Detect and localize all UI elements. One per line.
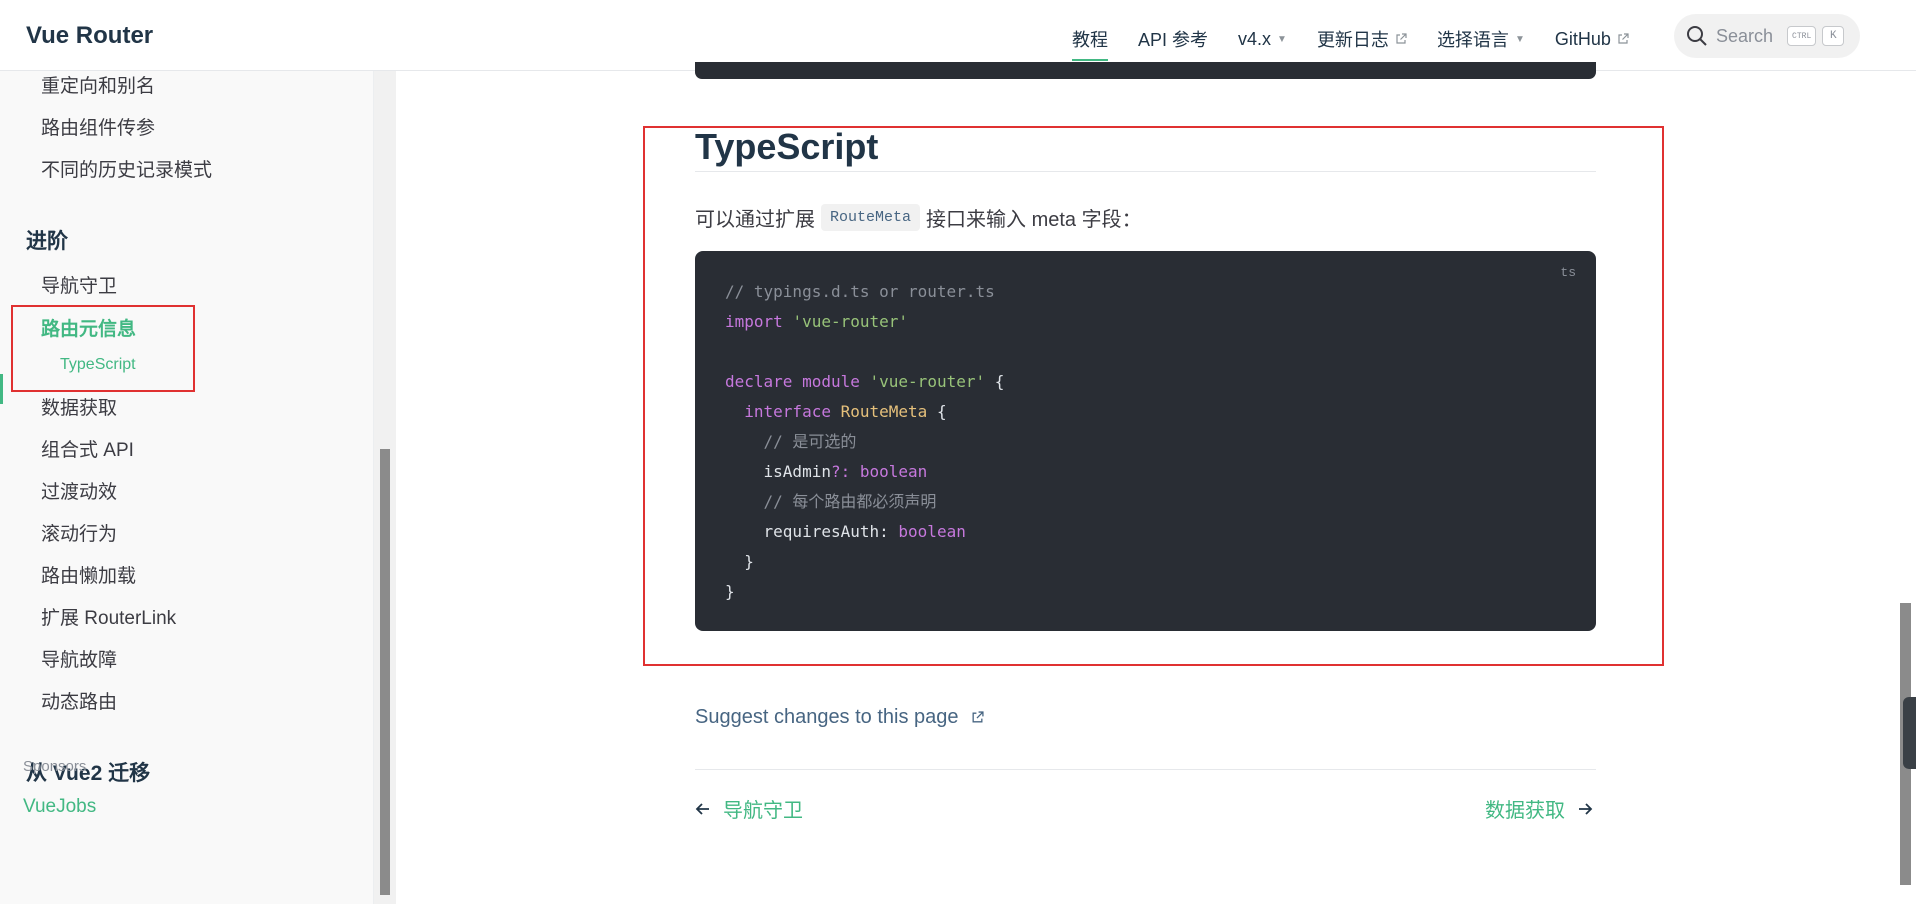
side-widget-tab[interactable] [1903, 697, 1916, 769]
sidebar-item-extend-routerlink[interactable]: 扩展 RouterLink [41, 603, 176, 630]
sidebar: 重定向和别名 路由组件传参 不同的历史记录模式 进阶 导航守卫 路由元信息 Ty… [0, 71, 374, 904]
nav-tutorial[interactable]: 教程 [1072, 26, 1108, 61]
k-key-hint: K [1822, 26, 1845, 46]
arrow-left-icon [695, 802, 709, 815]
nav-github[interactable]: GitHub [1555, 29, 1629, 50]
search-button[interactable]: Search CTRL K [1674, 14, 1860, 58]
active-indicator [0, 374, 3, 404]
site-title[interactable]: Vue Router [26, 22, 153, 50]
top-header: Vue Router 教程 API 参考 v4.x ▼ 更新日志 选择语言 ▼ Gi… [0, 0, 1916, 71]
nav-version-label: v4.x [1238, 28, 1272, 49]
sidebar-item-navigation-guards[interactable]: 导航守卫 [41, 271, 117, 298]
sidebar-item-navigation-failures[interactable]: 导航故障 [41, 645, 117, 672]
sidebar-item-data-fetching[interactable]: 数据获取 [41, 393, 117, 420]
nav-changelog-label: 更新日志 [1316, 30, 1389, 50]
nav-tutorial-label: 教程 [1072, 30, 1108, 50]
previous-code-block-bottom [695, 62, 1596, 79]
sidebar-item-route-props[interactable]: 路由组件传参 [41, 113, 155, 140]
chevron-down-icon: ▼ [1277, 33, 1287, 45]
prev-page-link[interactable]: 导航守卫 [695, 794, 803, 823]
nav-changelog[interactable]: 更新日志 [1317, 26, 1407, 52]
sidebar-item-dynamic-routing[interactable]: 动态路由 [41, 687, 117, 714]
external-link-icon [1618, 33, 1629, 44]
nav-github-label: GitHub [1554, 28, 1611, 49]
nav-api-reference[interactable]: API 参考 [1138, 26, 1208, 52]
sponsors-label: Sponsors [23, 758, 87, 775]
nav-version-dropdown[interactable]: v4.x ▼ [1238, 29, 1287, 50]
search-icon [1687, 26, 1707, 46]
suggest-changes-label: Suggest changes to this page [695, 706, 959, 728]
external-link-icon [1396, 33, 1407, 44]
sidebar-item-scroll-behavior[interactable]: 滚动行为 [41, 519, 117, 546]
chevron-down-icon: ▼ [1514, 33, 1525, 45]
nav-api-label: API 参考 [1138, 30, 1209, 50]
annotation-box-main [643, 126, 1664, 666]
top-nav: 教程 API 参考 v4.x ▼ 更新日志 选择语言 ▼ GitHub [1072, 26, 1659, 61]
sidebar-item-composition-api[interactable]: 组合式 API [41, 435, 134, 462]
nav-language-dropdown[interactable]: 选择语言 ▼ [1437, 26, 1525, 52]
sidebar-item-history-mode[interactable]: 不同的历史记录模式 [41, 155, 212, 182]
search-placeholder: Search [1716, 25, 1774, 46]
annotation-box-sidebar [11, 305, 195, 392]
arrow-right-icon [1579, 802, 1593, 815]
sidebar-item-redirect-alias[interactable]: 重定向和别名 [41, 71, 155, 98]
sidebar-item-lazy-loading[interactable]: 路由懒加载 [41, 561, 136, 588]
suggest-changes-link[interactable]: Suggest changes to this page [695, 706, 984, 729]
ctrl-key-hint: CTRL [1787, 26, 1817, 46]
next-page-link[interactable]: 数据获取 [1485, 794, 1593, 823]
sponsor-vuejobs-link[interactable]: VueJobs [23, 796, 96, 818]
sidebar-scrollbar-thumb[interactable] [380, 449, 390, 895]
sidebar-item-transitions[interactable]: 过渡动效 [41, 477, 117, 504]
footer-divider [695, 769, 1596, 770]
prev-page-label: 导航守卫 [723, 800, 803, 822]
next-page-label: 数据获取 [1485, 800, 1565, 822]
external-link-icon [972, 711, 984, 723]
sidebar-group-advanced: 进阶 [26, 230, 68, 253]
nav-language-label: 选择语言 [1436, 30, 1509, 50]
